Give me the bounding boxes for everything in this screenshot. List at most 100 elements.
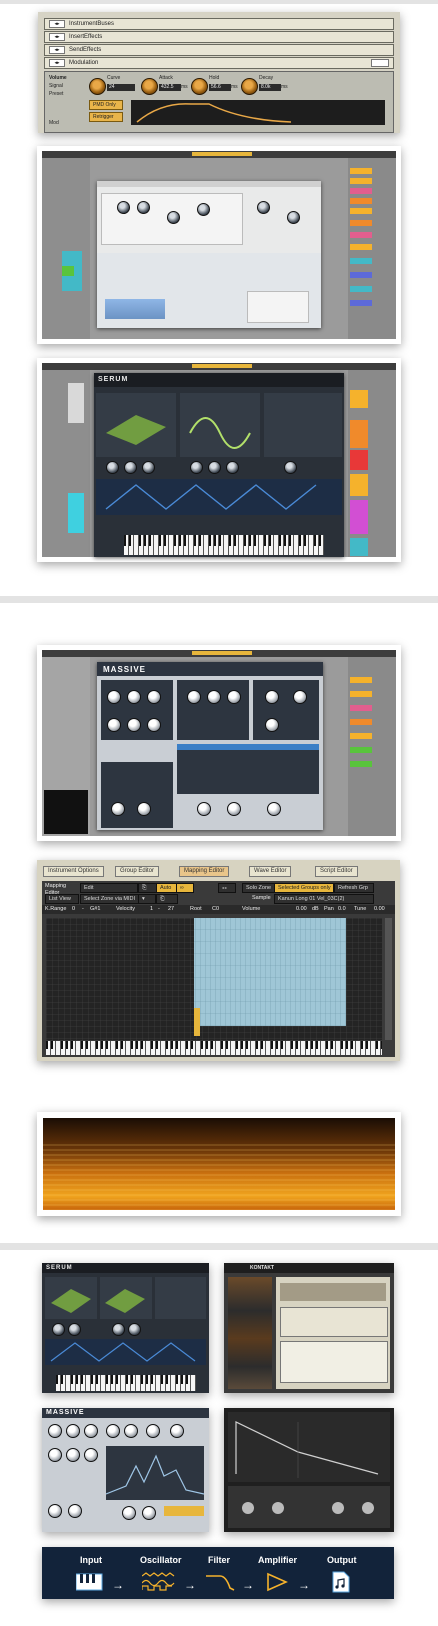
- spectrogram-display: [43, 1118, 395, 1210]
- tab-group-editor[interactable]: Group Editor: [115, 866, 160, 877]
- flow-step-output: Output: [327, 1555, 357, 1565]
- tab-instrument-options[interactable]: Instrument Options: [43, 866, 104, 877]
- flow-step-oscillator: Oscillator: [140, 1555, 182, 1565]
- expand-toggle-icon[interactable]: ◂▸: [49, 33, 65, 41]
- row-label: Modulation: [69, 60, 99, 66]
- close-toggle-icon[interactable]: [371, 59, 389, 67]
- decay-value[interactable]: 8.0k: [259, 84, 281, 91]
- waveforms-icon: [142, 1572, 175, 1591]
- transport-bar[interactable]: [192, 152, 252, 156]
- synth-plugin-window[interactable]: [97, 181, 321, 328]
- envelope-curve-display: [131, 100, 385, 125]
- flow-step-filter: Filter: [208, 1555, 231, 1565]
- daw-browser: [42, 158, 90, 339]
- audio-file-icon: [332, 1571, 350, 1593]
- transport-bar[interactable]: [192, 364, 252, 368]
- tab-mapping-editor[interactable]: Mapping Editor: [179, 866, 230, 877]
- editor-title: Mapping: [45, 883, 67, 889]
- curve-label: Curve: [107, 75, 121, 81]
- retrigger-button[interactable]: Retrigger: [89, 112, 123, 122]
- attack-value[interactable]: 432.5: [159, 84, 181, 91]
- clip-column: [348, 158, 396, 339]
- transport-bar[interactable]: [192, 651, 252, 655]
- massive-plugin-window[interactable]: MASSIVE: [97, 662, 323, 830]
- envelope-panel: Volume Signal Preset Mod Curve 24 Attack…: [44, 71, 394, 133]
- attack-knob[interactable]: [141, 78, 158, 95]
- signal-flow-diagram: Input Oscillator Filter Amplifier Output…: [42, 1547, 394, 1599]
- mapping-editor-screenshot: Instrument Options Group Editor Mapping …: [37, 860, 400, 1061]
- copy-icon[interactable]: ⎘: [138, 883, 158, 893]
- decay-unit: ms: [281, 84, 288, 90]
- mod-label: Mod: [49, 120, 59, 126]
- hold-value[interactable]: 56.6: [209, 84, 231, 91]
- vertical-scrollbar[interactable]: [385, 918, 392, 1040]
- filter-display: [106, 1446, 204, 1500]
- velocity-from[interactable]: 1: [150, 906, 153, 912]
- curve-knob[interactable]: [89, 78, 106, 95]
- envelope-display: [45, 1339, 206, 1365]
- root-value[interactable]: C0: [212, 906, 219, 912]
- piano-keys-icon: [76, 1573, 103, 1591]
- serum-thumbnail: SERUM: [42, 1263, 209, 1393]
- piano-black-keys[interactable]: [124, 535, 324, 546]
- volume-value[interactable]: 0.00: [296, 906, 307, 912]
- solo-zone-button[interactable]: Solo Zone: [242, 883, 276, 893]
- link-icon[interactable]: ∞: [176, 883, 194, 893]
- row-label: SendEffects: [69, 47, 102, 53]
- tune-value[interactable]: 0.00: [374, 906, 385, 912]
- massive-thumbnail: MASSIVE: [42, 1408, 209, 1532]
- library-browser[interactable]: [228, 1277, 272, 1389]
- hold-knob[interactable]: [191, 78, 208, 95]
- velocity-label: Velocity: [116, 906, 135, 912]
- decay-knob[interactable]: [241, 78, 258, 95]
- kontakt-thumbnail: KONTAKT: [224, 1263, 394, 1393]
- daw-screenshot-1: [37, 146, 401, 344]
- modulation-row[interactable]: ◂▸ Modulation: [44, 57, 394, 69]
- paste-icon[interactable]: ⎗: [156, 894, 178, 904]
- envelope-plugin-thumbnail: [224, 1408, 394, 1532]
- mapping-editor-panel: Mapping Editor Edit ⎘ Auto ∞ ⚏ Solo Zone…: [42, 881, 395, 1057]
- row-label: InsertEffects: [69, 34, 103, 40]
- expand-toggle-icon[interactable]: ◂▸: [49, 46, 65, 54]
- oscillator-panels: [96, 393, 342, 457]
- serum-logo: SERUM: [46, 1265, 73, 1271]
- tab-wave-editor[interactable]: Wave Editor: [249, 866, 292, 877]
- tab-script-editor[interactable]: Script Editor: [315, 866, 358, 877]
- auto-button[interactable]: Auto: [156, 883, 178, 893]
- hold-label: Hold: [209, 75, 220, 81]
- track-clip[interactable]: [62, 266, 74, 276]
- piano-black-keys[interactable]: [56, 1375, 196, 1384]
- flow-arrow-icon: →: [298, 1578, 310, 1592]
- track-clip[interactable]: [68, 383, 84, 423]
- zone-grid[interactable]: [46, 918, 382, 1040]
- track-clip[interactable]: [68, 493, 84, 533]
- flow-arrow-icon: →: [184, 1578, 196, 1592]
- expand-toggle-icon[interactable]: ◂▸: [49, 59, 65, 67]
- flow-step-input: Input: [80, 1555, 102, 1565]
- selected-groups-only-button[interactable]: Selected Groups only: [274, 883, 334, 893]
- mapping-black-keys[interactable]: [46, 1041, 382, 1049]
- sample-name-field[interactable]: Kanun Long 01 Vel_03C(2): [274, 894, 374, 904]
- velocity-to[interactable]: 27: [168, 906, 174, 912]
- refresh-button[interactable]: Refresh Grp: [334, 883, 374, 893]
- list-view-button[interactable]: List View: [45, 894, 79, 904]
- dropdown-icon[interactable]: ▾: [138, 894, 156, 904]
- key-range-from[interactable]: 0: [72, 906, 75, 912]
- key-range-to[interactable]: G#1: [90, 906, 100, 912]
- instrument-panel: [276, 1277, 390, 1389]
- spectrogram-image: [37, 1112, 401, 1216]
- serum-plugin-window[interactable]: SERUM: [94, 373, 344, 557]
- curve-value[interactable]: 24: [107, 84, 135, 91]
- send-effects-row[interactable]: ◂▸ SendEffects: [44, 44, 394, 56]
- edit-menu[interactable]: Edit: [80, 883, 138, 893]
- ahd-only-button[interactable]: PMD Only: [89, 100, 123, 110]
- expand-toggle-icon[interactable]: ◂▸: [49, 20, 65, 28]
- instrument-buses-row[interactable]: ◂▸ InstrumentBuses: [44, 18, 394, 30]
- pan-value[interactable]: 0.0: [338, 906, 346, 912]
- midi-icon[interactable]: ⚏: [218, 883, 236, 893]
- hold-unit: ms: [231, 84, 238, 90]
- select-zone-midi-button[interactable]: Select Zone via MIDI: [80, 894, 140, 904]
- insert-effects-row[interactable]: ◂▸ InsertEffects: [44, 31, 394, 43]
- kontakt-logo: KONTAKT: [250, 1265, 275, 1271]
- sample-label: Sample: [252, 895, 271, 901]
